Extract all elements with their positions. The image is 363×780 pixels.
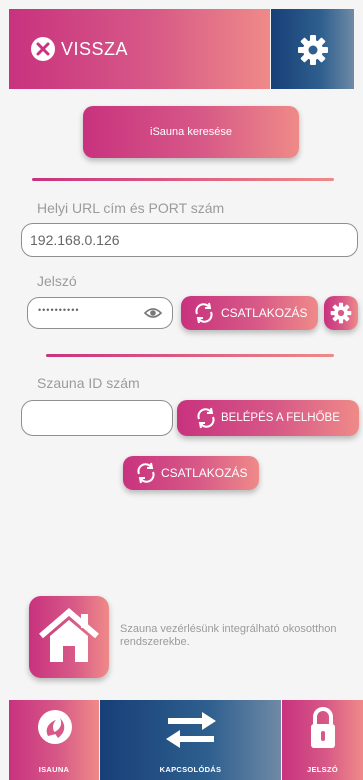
eye-icon[interactable] <box>144 307 162 319</box>
divider <box>46 354 334 357</box>
back-button[interactable]: VISSZA <box>31 37 128 61</box>
sauna-id-field[interactable] <box>21 400 173 436</box>
password-value: •••••••••• <box>38 305 80 315</box>
password-label: Jelszó <box>37 273 77 289</box>
cloud-login-label: BELÉPÉS A FELHŐBE <box>221 412 340 424</box>
cloud-connect-button[interactable]: CSATLAKOZÁS <box>123 456 259 490</box>
home-icon <box>39 608 99 662</box>
refresh-icon <box>197 407 215 429</box>
nav-label-isauna: ISAUNA <box>38 765 70 774</box>
header-bar: VISSZA <box>9 9 270 89</box>
lock-icon <box>311 707 335 748</box>
cloud-connect-label: CSATLAKOZÁS <box>161 466 248 480</box>
smart-home-text: Szauna vezérlésünk integrálható okosotth… <box>120 623 337 648</box>
isauna-search-button[interactable]: iSauna keresése <box>83 106 299 158</box>
local-connect-button[interactable]: CSATLAKOZÁS <box>181 296 318 330</box>
gear-icon <box>298 35 328 65</box>
url-field[interactable]: 192.168.0.126 <box>21 223 358 257</box>
close-icon <box>31 37 55 61</box>
url-value: 192.168.0.126 <box>30 232 120 248</box>
isauna-search-label: iSauna keresése <box>150 126 232 138</box>
password-field[interactable]: •••••••••• <box>27 297 173 329</box>
divider <box>32 178 334 181</box>
local-settings-button[interactable] <box>324 296 358 330</box>
nav-item-password[interactable]: JELSZÓ <box>282 700 363 780</box>
url-label: Helyi URL cím és PORT szám <box>37 200 225 216</box>
settings-button[interactable] <box>271 9 354 89</box>
refresh-icon <box>137 462 155 484</box>
nav-label-connection: KAPCSOLÓDÁS <box>159 765 222 774</box>
local-connect-label: CSATLAKOZÁS <box>221 306 308 320</box>
isauna-logo-icon <box>38 710 72 744</box>
smart-home-button[interactable] <box>29 596 109 678</box>
gear-icon <box>330 302 352 324</box>
nav-item-isauna[interactable]: ISAUNA <box>9 700 99 780</box>
sauna-id-label: Szauna ID szám <box>37 375 140 391</box>
cloud-login-button[interactable]: BELÉPÉS A FELHŐBE <box>177 400 359 436</box>
swap-arrows-icon <box>166 712 216 748</box>
back-label: VISSZA <box>61 38 129 59</box>
refresh-icon <box>195 302 213 324</box>
nav-label-password: JELSZÓ <box>307 765 338 774</box>
nav-item-connection[interactable]: KAPCSOLÓDÁS <box>100 700 281 780</box>
